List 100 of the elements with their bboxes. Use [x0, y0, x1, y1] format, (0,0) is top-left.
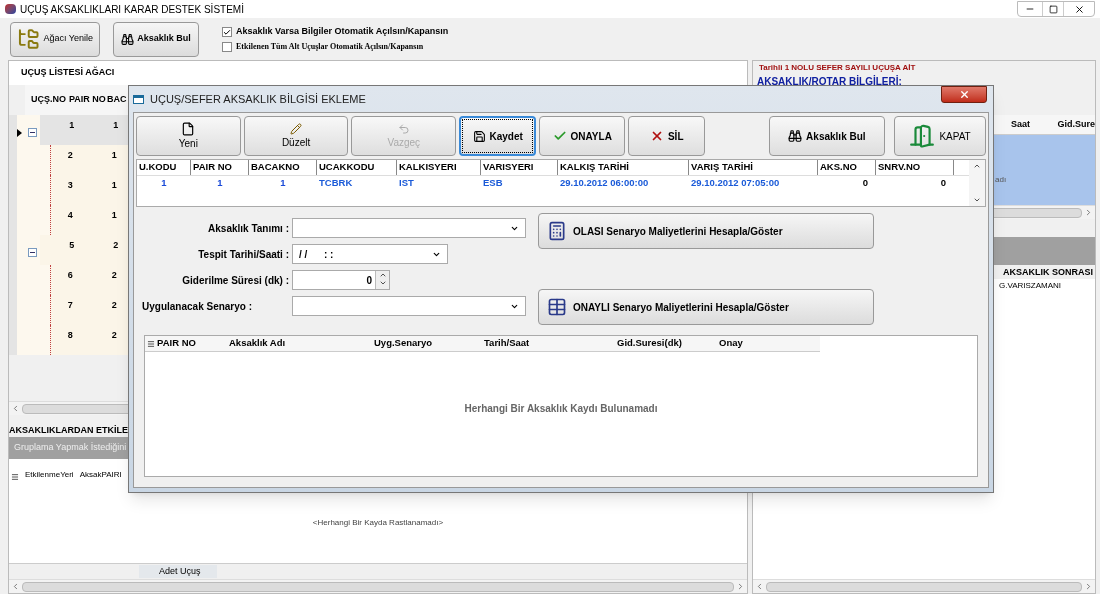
column-header: BAC [107, 93, 127, 107]
group-hint: Gruplama Yapmak İstediğini [14, 441, 127, 455]
table-cell: 29.10.2012 06:00:00 [560, 176, 649, 190]
toolbar-button[interactable]: Kaydet [459, 116, 537, 156]
checkbox[interactable] [222, 41, 232, 52]
column-header: PAIR NO [156, 336, 197, 351]
scroll-left-icon[interactable] [11, 582, 20, 591]
table-cell-text: 1 [110, 209, 117, 222]
panel-title: AKSAKLIKLARDAN ETKİLE [9, 424, 128, 438]
column-header: BACAKNO [249, 160, 317, 175]
toolbar-button[interactable]: Aksaklık Bul [113, 21, 199, 57]
spin-buttons[interactable] [375, 271, 389, 289]
table-cell: 1 [217, 176, 223, 190]
scroll-thumb[interactable] [766, 581, 1082, 592]
column-header: Gid.Suresi(dk) [616, 336, 683, 351]
column-header: KALKISYERI [397, 160, 481, 175]
column-header: Uyg.Senaryo [373, 336, 434, 351]
table-cell-text: 2 [110, 299, 117, 312]
field-label: Tespit Tarihi/Saati : [197, 247, 290, 262]
table-cell: 1 [280, 176, 286, 190]
dropdown-field[interactable] [292, 296, 526, 316]
table-cell-text: 6 [66, 269, 73, 282]
panel-title: UÇUŞ LİSTESİ AĞACI [21, 66, 115, 80]
scrollbar[interactable] [9, 579, 747, 593]
table-cell-text: 2 [66, 149, 73, 162]
column-header: EtkilenmeYeri [25, 469, 74, 481]
column-chooser-icon[interactable] [147, 339, 155, 348]
table-cell-text: 5 [68, 239, 75, 252]
table-icon [547, 297, 567, 317]
toolbar-button[interactable]: Aksaklık Bul [768, 116, 886, 156]
window-icon [133, 94, 144, 104]
column-header: G.VARISZAMANI [999, 280, 1062, 292]
restore-icon [1048, 4, 1058, 14]
table-cell-text: 7 [66, 299, 73, 312]
column-header: Aksaklık Adı [228, 336, 287, 351]
scroll-up-icon[interactable] [973, 162, 981, 170]
empty-message: <Herhangi Bir Kayda Rastlanamadı> [312, 517, 444, 529]
column-header: KALKIŞ TARİHİ [558, 160, 689, 175]
collapse-toggle[interactable] [27, 128, 37, 137]
column-header: SNRV.NO [876, 160, 954, 175]
table-cell-text: 1 [110, 179, 117, 192]
table-cell: adı [995, 175, 1007, 184]
scroll-right-icon[interactable] [1084, 208, 1093, 217]
toolbar-button[interactable]: Düzelt [243, 116, 349, 156]
dropdown-field[interactable]: / / : : [292, 244, 448, 264]
collapse-toggle[interactable] [27, 248, 37, 257]
checkbox-label: Aksaklık Varsa Bilgiler Otomatik Açılsın/Kapansın [236, 25, 449, 39]
footer-label: Adet Uçuş [139, 564, 217, 579]
table-cell: 1 [161, 176, 167, 190]
restore-button[interactable] [1042, 2, 1064, 16]
table-cell-text: 2 [112, 239, 119, 252]
binoculars-icon [788, 129, 803, 143]
table-cell-text: 3 [66, 179, 73, 192]
toolbar-button[interactable]: Yeni [136, 116, 241, 156]
column-header: UCAKKODU [317, 160, 397, 175]
action-button[interactable]: OLASI Senaryo Maliyetlerini Hesapla/Göster [538, 213, 874, 249]
column-header: VARIŞ TARİHİ [689, 160, 818, 175]
door-icon [909, 123, 936, 149]
field-label: Uygulanacak Senaryo : [141, 299, 254, 314]
column-header: AKS.NO [818, 160, 876, 175]
table-cell-text: 1 [68, 119, 75, 132]
action-button[interactable]: ONAYLI Senaryo Maliyetlerini Hesapla/Göster [538, 289, 874, 325]
table-cell: ESB [483, 176, 503, 190]
toolbar-button[interactable]: Ağacı Yenile [10, 21, 100, 57]
toolbar-button[interactable]: KAPAT [894, 116, 986, 156]
page-icon [181, 121, 196, 136]
scroll-left-icon[interactable] [755, 582, 764, 591]
scroll-right-icon[interactable] [1084, 582, 1093, 591]
table-cell-text: 2 [110, 269, 117, 282]
number-field[interactable]: 0 [292, 270, 390, 290]
scroll-down-icon[interactable] [973, 196, 981, 204]
column-header: Tarih/Saat [483, 336, 531, 351]
scroll-left-icon[interactable] [11, 404, 20, 413]
row-indicator-icon [17, 129, 22, 137]
column-header: UÇŞ.NO [30, 93, 65, 107]
column-header: AKSAKLIK SONRASI [1003, 265, 1093, 279]
field-label: Giderilme Süresi (dk) : [181, 273, 290, 288]
table-cell: TCBRK [319, 176, 353, 190]
column-header: AksakPAIRI [79, 469, 122, 481]
close-icon [958, 89, 970, 100]
scrollbar[interactable] [753, 579, 1095, 593]
table-cell-text: 4 [66, 209, 73, 222]
window-title: UÇUŞ AKSAKLIKLARI KARAR DESTEK SİSTEMİ [20, 2, 244, 17]
checkbox[interactable] [222, 27, 232, 37]
toolbar-button[interactable]: ONAYLA [539, 116, 626, 156]
table-cell: 29.10.2012 07:05:00 [691, 176, 780, 190]
dropdown-field[interactable] [292, 218, 526, 238]
scroll-thumb[interactable] [22, 581, 734, 592]
scrollbar[interactable] [969, 160, 985, 206]
column-header: Saat [1011, 117, 1031, 131]
table-cell: 0 [862, 176, 868, 190]
column-chooser-icon[interactable] [11, 473, 19, 481]
scroll-right-icon[interactable] [736, 582, 745, 591]
column-header: VARISYERI [481, 160, 558, 175]
close-button[interactable] [941, 86, 987, 103]
toolbar-button[interactable]: SİL [628, 116, 706, 156]
column-header: Gid.Sure [1057, 117, 1095, 131]
field-label: Aksaklık Tanımı : [207, 221, 290, 236]
dialog-title: UÇUŞ/SEFER AKSAKLIK BİLGİSİ EKLEME [150, 91, 366, 107]
floppy-icon [472, 129, 486, 143]
